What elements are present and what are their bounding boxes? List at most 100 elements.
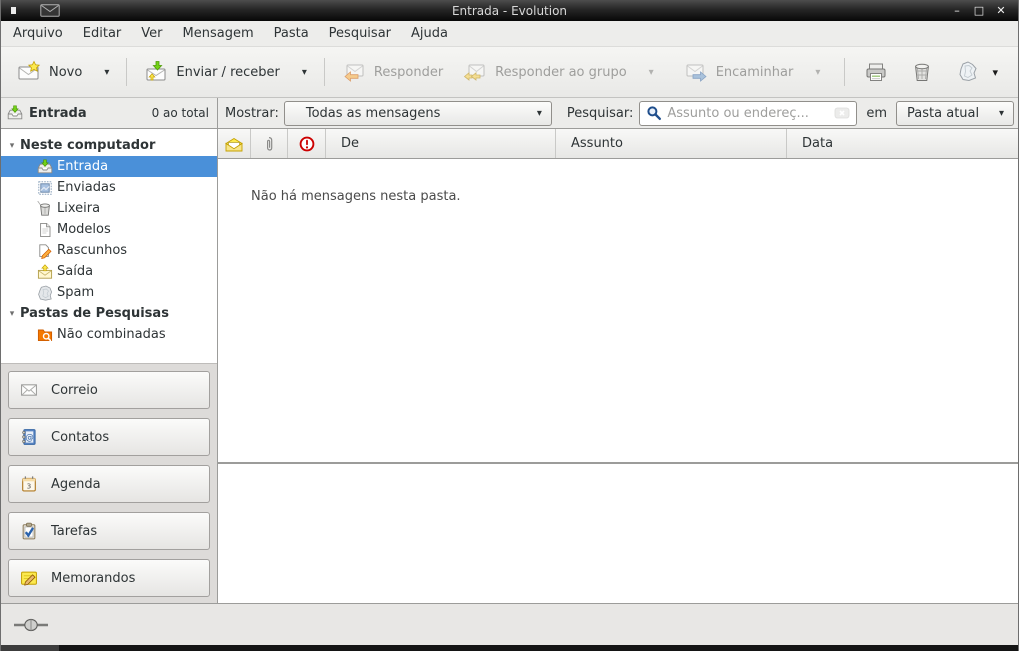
clear-search-icon[interactable] (834, 105, 850, 121)
new-message-dropdown-caret[interactable]: ▾ (104, 67, 109, 78)
forward-button[interactable]: Encaminhar ▾ (676, 54, 829, 90)
switcher-label: Contatos (51, 430, 109, 445)
column-assunto[interactable]: Assunto (556, 129, 787, 158)
toolbar-overflow-caret[interactable]: ▾ (992, 66, 998, 79)
memo-note-icon (20, 569, 38, 587)
sidebar-item-saida[interactable]: Saída (1, 261, 217, 282)
menu-pasta[interactable]: Pasta (264, 23, 319, 44)
new-message-button[interactable]: Novo ▾ (9, 54, 117, 90)
menu-pesquisar[interactable]: Pesquisar (319, 23, 401, 44)
minimize-button[interactable]: – (948, 3, 966, 19)
switcher-contatos-button[interactable]: Contatos (8, 418, 210, 456)
column-data[interactable]: Data (787, 129, 1018, 158)
menu-arquivo[interactable]: Arquivo (3, 23, 73, 44)
show-filter-value: Todas as mensagens (306, 106, 441, 121)
chevron-down-icon: ▾ (987, 108, 1013, 119)
forward-icon (684, 60, 708, 84)
message-list: Não há mensagens nesta pasta. (218, 159, 1018, 462)
folder-label: Enviadas (57, 180, 116, 195)
paperclip-icon (261, 136, 277, 152)
evolution-window: Entrada - Evolution – □ ✕ Arquivo Editar… (0, 0, 1019, 651)
empty-folder-message: Não há mensagens nesta pasta. (251, 189, 461, 204)
junk-button[interactable] (950, 54, 986, 90)
menubar: Arquivo Editar Ver Mensagem Pasta Pesqui… (1, 21, 1018, 47)
sidebar-item-rascunhos[interactable]: Rascunhos (1, 240, 217, 261)
send-receive-button[interactable]: Enviar / receber ▾ (136, 54, 315, 90)
reply-group-button[interactable]: Responder ao grupo ▾ (455, 54, 662, 90)
priority-exclamation-icon (299, 136, 315, 152)
search-icon[interactable] (646, 105, 662, 121)
show-label: Mostrar: (225, 106, 279, 121)
folder-label: Entrada (57, 159, 108, 174)
tasks-clipboard-icon (20, 522, 38, 540)
sidebar-group-pastas-de-pesquisas[interactable]: ▾ Pastas de Pesquisas (1, 303, 217, 324)
reply-group-label: Responder ao grupo (495, 65, 627, 80)
current-folder-name: Entrada (29, 106, 87, 121)
sidebar-item-lixeira[interactable]: Lixeira (1, 198, 217, 219)
document-icon (37, 222, 53, 238)
menu-mensagem[interactable]: Mensagem (173, 23, 264, 44)
toolbar-separator (126, 58, 127, 86)
show-filter-dropdown[interactable]: Todas as mensagens ▾ (284, 101, 552, 126)
folder-label: Modelos (57, 222, 111, 237)
folder-label: Lixeira (57, 201, 100, 216)
reply-all-icon (463, 60, 487, 84)
send-receive-dropdown-caret[interactable]: ▾ (302, 67, 307, 78)
message-count: 0 ao total (152, 106, 211, 120)
sidebar-item-entrada[interactable]: Entrada (1, 156, 217, 177)
reply-button[interactable]: Responder (334, 54, 451, 90)
sidebar-item-nao-combinadas[interactable]: Não combinadas (1, 324, 217, 345)
sidebar-item-enviadas[interactable]: Enviadas (1, 177, 217, 198)
expander-icon[interactable]: ▾ (4, 309, 20, 319)
delete-button[interactable] (904, 54, 940, 90)
statusbar (1, 603, 1018, 645)
print-button[interactable] (858, 54, 894, 90)
sent-mail-icon (37, 180, 53, 196)
maximize-button[interactable]: □ (970, 3, 988, 19)
online-status-plug-icon[interactable] (13, 617, 49, 633)
switcher-tarefas-button[interactable]: Tarefas (8, 512, 210, 550)
switcher-agenda-button[interactable]: Agenda (8, 465, 210, 503)
menu-ajuda[interactable]: Ajuda (401, 23, 458, 44)
sidebar-group-neste-computador[interactable]: ▾ Neste computador (1, 135, 217, 156)
printer-icon (864, 60, 888, 84)
inbox-icon (7, 105, 23, 121)
search-input[interactable] (667, 106, 829, 121)
search-folder-icon (37, 327, 53, 343)
menu-editar[interactable]: Editar (73, 23, 132, 44)
expander-icon[interactable]: ▾ (4, 141, 20, 151)
sidebar-item-modelos[interactable]: Modelos (1, 219, 217, 240)
contacts-book-icon (20, 428, 38, 446)
new-mail-icon (17, 60, 41, 84)
inbox-icon (37, 159, 53, 175)
folder-label: Spam (57, 285, 94, 300)
group-label: Pastas de Pesquisas (20, 306, 169, 321)
column-priority[interactable] (288, 129, 326, 158)
titlebar[interactable]: Entrada - Evolution – □ ✕ (1, 0, 1018, 21)
close-button[interactable]: ✕ (992, 3, 1010, 19)
forward-dropdown-caret[interactable]: ▾ (815, 67, 820, 78)
column-attachment[interactable] (251, 129, 288, 158)
message-list-header: De Assunto Data (218, 129, 1018, 159)
preview-pane (218, 464, 1018, 603)
search-scope-value: Pasta atual (907, 106, 979, 121)
trash-icon (910, 60, 934, 84)
window-title: Entrada - Evolution (1, 4, 1018, 18)
toolbar-separator (844, 58, 845, 86)
sidebar-item-spam[interactable]: Spam (1, 282, 217, 303)
spam-icon (37, 285, 53, 301)
switcher-label: Memorandos (51, 571, 135, 586)
drafts-pencil-icon (37, 243, 53, 259)
switcher-label: Agenda (51, 477, 101, 492)
calendar-icon (20, 475, 38, 493)
search-scope-dropdown[interactable]: Pasta atual ▾ (896, 101, 1014, 126)
switcher-correio-button[interactable]: Correio (8, 371, 210, 409)
column-read-status[interactable] (218, 129, 251, 158)
menu-ver[interactable]: Ver (131, 23, 172, 44)
switcher-memorandos-button[interactable]: Memorandos (8, 559, 210, 597)
folder-label: Saída (57, 264, 93, 279)
reply-group-dropdown-caret[interactable]: ▾ (649, 67, 654, 78)
reply-label: Responder (374, 65, 443, 80)
column-de[interactable]: De (326, 129, 556, 158)
in-label: em (866, 106, 887, 121)
